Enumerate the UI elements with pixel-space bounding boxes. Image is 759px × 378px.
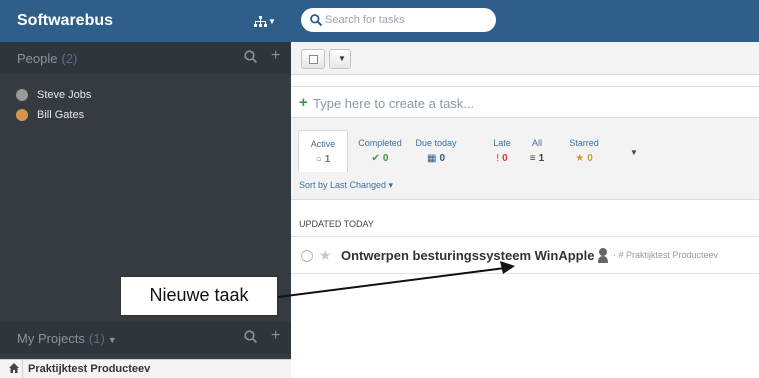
task-title[interactable]: Ontwerpen besturingssysteem WinApple: [341, 248, 594, 263]
search-icon: [310, 14, 323, 27]
search-icon[interactable]: [243, 49, 259, 65]
create-task-row: +: [291, 86, 759, 118]
tab-due-today[interactable]: Due today ▦ 0: [410, 130, 462, 172]
tab-count: ★ 0: [566, 153, 602, 164]
tab-label: Starred: [569, 138, 599, 148]
project-name: Praktijktest Producteev: [28, 363, 151, 375]
more-filters-chevron-icon[interactable]: ▼: [630, 148, 638, 157]
home-icon: [9, 363, 19, 373]
star-icon: ★: [575, 153, 585, 164]
project-item[interactable]: Praktijktest Producteev: [0, 359, 291, 378]
chevron-down-icon: ▼: [338, 54, 346, 63]
person-item[interactable]: Steve Jobs: [16, 86, 91, 104]
checkbox-icon: [309, 55, 318, 64]
person-name: Bill Gates: [37, 109, 85, 121]
bill-gates-avatar: [16, 109, 28, 121]
complete-checkbox[interactable]: [301, 250, 313, 262]
tab-count-value: 1: [324, 154, 331, 165]
tab-count: ! 0: [487, 153, 517, 164]
people-count: (2): [61, 51, 78, 66]
section-label: UPDATED TODAY: [299, 219, 374, 229]
tab-label: Completed: [358, 138, 402, 148]
chevron-down-icon: ▼: [268, 16, 276, 26]
people-title: People (2): [17, 51, 77, 66]
steve-jobs-avatar: [16, 89, 28, 101]
divider: [22, 360, 23, 378]
sidebar: Softwarebus ▼ People (2) + Steve Jobs Bi…: [0, 0, 291, 378]
tab-count: ▦ 0: [410, 153, 462, 164]
org-chart-icon[interactable]: ▼: [254, 12, 278, 30]
tab-count-value: 0: [502, 153, 508, 164]
annotation-callout: Nieuwe taak: [120, 276, 278, 316]
people-section-header: People (2) +: [0, 42, 291, 74]
tab-count-value: 0: [382, 153, 389, 164]
tab-count: ✔ 0: [351, 153, 409, 164]
tab-starred[interactable]: Starred ★ 0: [566, 130, 602, 172]
tab-active[interactable]: Active ○ 1: [298, 130, 348, 172]
tab-label: Late: [493, 138, 511, 148]
people-title-label: People: [17, 51, 58, 66]
circle-icon: ○: [315, 154, 322, 165]
add-project-button[interactable]: +: [271, 327, 280, 345]
tab-label: All: [531, 138, 542, 148]
sort-dropdown[interactable]: Sort by Last Changed ▾: [299, 180, 393, 191]
search-icon[interactable]: [243, 329, 259, 345]
projects-count: (1): [88, 331, 105, 346]
tab-all[interactable]: All ≡ 1: [523, 130, 551, 172]
tab-count: ≡ 1: [523, 153, 551, 164]
create-task-input[interactable]: [313, 93, 733, 113]
tab-count-value: 1: [538, 153, 545, 164]
list-icon: ≡: [529, 153, 536, 164]
chevron-down-icon: ▼: [107, 335, 117, 345]
filter-tabs: Active ○ 1 Completed ✔ 0 Due today ▦ 0 Late…: [291, 118, 759, 200]
bulk-actions-dropdown[interactable]: ▼: [329, 49, 351, 69]
task-row[interactable]: ★ Ontwerpen besturingssysteem WinApple ·…: [291, 236, 759, 274]
select-all-checkbox[interactable]: [301, 49, 325, 69]
tab-count-value: 0: [587, 153, 593, 164]
tab-late[interactable]: Late ! 0: [487, 130, 517, 172]
tab-label: Due today: [415, 138, 457, 148]
person-name: Steve Jobs: [37, 89, 92, 101]
person-item[interactable]: Bill Gates: [16, 106, 84, 124]
tab-count-value: 0: [439, 153, 445, 164]
star-icon[interactable]: ★: [319, 247, 332, 264]
projects-section-header: My Projects (1) ▼ +: [0, 322, 291, 354]
projects-title-label: My Projects: [17, 331, 85, 346]
exclamation-icon: !: [496, 153, 500, 164]
annotation-text: Nieuwe taak: [149, 285, 249, 305]
assignee-avatar[interactable]: [596, 247, 610, 263]
main-header: [291, 0, 759, 42]
projects-title[interactable]: My Projects (1) ▼: [17, 331, 117, 346]
tab-label: Active: [310, 139, 336, 149]
task-toolbar: ▼: [291, 42, 759, 75]
search-input[interactable]: [325, 11, 485, 29]
task-search[interactable]: [301, 8, 496, 32]
tab-completed[interactable]: Completed ✔ 0: [351, 130, 409, 172]
tab-count: ○ 1: [299, 154, 347, 165]
calendar-icon: ▦: [426, 153, 437, 164]
sidebar-header: Softwarebus ▼: [0, 0, 291, 42]
app-title[interactable]: Softwarebus: [17, 12, 113, 30]
task-project[interactable]: · # Praktijktest Producteev: [613, 250, 718, 260]
plus-icon: +: [299, 94, 308, 111]
add-person-button[interactable]: +: [271, 47, 280, 65]
check-icon: ✔: [371, 153, 380, 164]
